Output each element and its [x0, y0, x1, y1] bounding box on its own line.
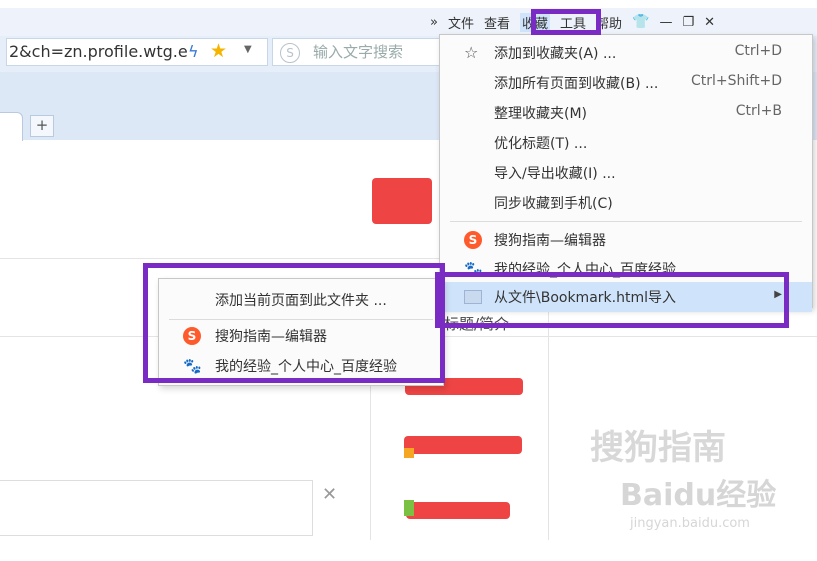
sogou-watermark: 搜狗指南	[590, 428, 726, 468]
search-engine-icon[interactable]: S	[280, 43, 300, 63]
highlight-box-submenu	[143, 263, 445, 383]
menu-item-optimize-title[interactable]: 优化标题(T) ...	[440, 128, 812, 158]
content-input-box[interactable]	[0, 480, 313, 536]
sogou-icon: S	[464, 231, 482, 249]
highlight-box-folder-item	[435, 272, 789, 328]
menu-separator	[450, 221, 802, 222]
menu-file[interactable]: 文件	[448, 13, 474, 32]
lightning-icon[interactable]: ϟ	[188, 42, 199, 61]
redaction-mark	[406, 502, 510, 519]
url-text: 2&ch=zn.profile.wtg.e	[9, 42, 188, 61]
menu-item-add-favorite[interactable]: ☆ 添加到收藏夹(A) ... Ctrl+D	[440, 38, 812, 68]
content-column-divider	[548, 306, 549, 540]
menu-bar: » 文件 查看 收藏 工具 帮助 👕 — ❐ ✕	[430, 8, 817, 36]
redaction-mark	[404, 436, 522, 454]
restore-icon[interactable]: ❐	[682, 15, 694, 30]
close-panel-icon[interactable]: ✕	[322, 484, 337, 505]
menu-item-add-all-pages[interactable]: 添加所有页面到收藏(B) ... Ctrl+Shift+D	[440, 68, 812, 98]
close-window-icon[interactable]: ✕	[704, 15, 715, 30]
highlight-box-favorites-menu	[531, 9, 601, 35]
menu-item-organize[interactable]: 整理收藏夹(M) Ctrl+B	[440, 98, 812, 128]
menu-overflow-chevron[interactable]: »	[430, 15, 438, 30]
favorite-star-icon[interactable]: ★	[210, 40, 227, 62]
new-tab-button[interactable]: +	[30, 115, 54, 137]
menu-item-sync-phone[interactable]: 同步收藏到手机(C)	[440, 188, 812, 218]
menu-bookmark-sogou[interactable]: S 搜狗指南—编辑器	[440, 225, 812, 255]
status-square	[404, 500, 414, 516]
skin-icon[interactable]: 👕	[632, 14, 649, 30]
menu-item-import-export[interactable]: 导入/导出收藏(I) ...	[440, 158, 812, 188]
status-square	[404, 448, 414, 458]
favorites-menu: ☆ 添加到收藏夹(A) ... Ctrl+D 添加所有页面到收藏(B) ... …	[439, 34, 813, 312]
minimize-icon[interactable]: —	[659, 15, 672, 30]
address-dropdown-icon[interactable]: ▼	[244, 44, 252, 55]
baidu-watermark: Baidu经验	[620, 478, 777, 513]
star-outline-icon: ☆	[464, 43, 479, 62]
active-tab-edge[interactable]	[0, 112, 23, 141]
content-divider	[0, 258, 440, 259]
redaction-mark	[372, 178, 432, 224]
menu-view[interactable]: 查看	[484, 13, 510, 32]
baidu-watermark-url: jingyan.baidu.com	[630, 516, 750, 531]
address-bar[interactable]: 2&ch=zn.profile.wtg.e	[6, 38, 268, 66]
